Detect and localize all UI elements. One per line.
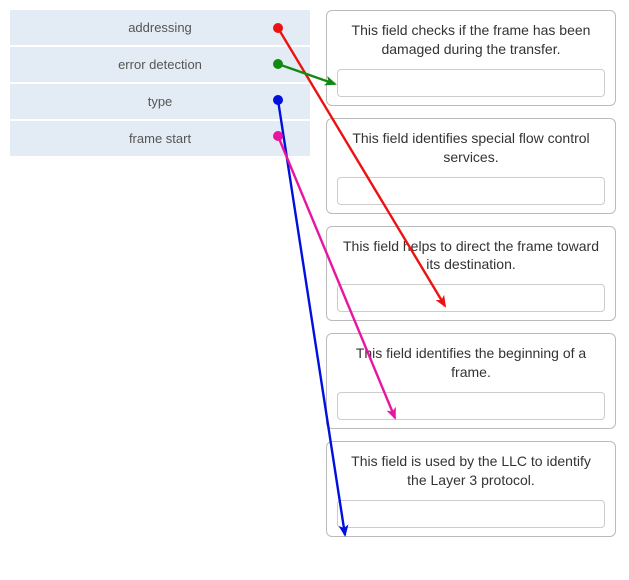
target-desc-4: This field identifies the beginning of a… [337,342,605,384]
dropzone-5[interactable] [337,500,605,528]
target-desc-1: This field checks if the frame has been … [337,19,605,61]
target-desc-3: This field helps to direct the frame tow… [337,235,605,277]
dropzone-4[interactable] [337,392,605,420]
target-box-2: This field identifies special flow contr… [326,118,616,214]
dropzone-3[interactable] [337,284,605,312]
source-item-addressing[interactable]: addressing [10,10,310,45]
target-box-5: This field is used by the LLC to identif… [326,441,616,537]
source-item-frame-start[interactable]: frame start [10,121,310,156]
matching-diagram: addressing error detection type frame st… [0,0,629,580]
target-box-4: This field identifies the beginning of a… [326,333,616,429]
dropzone-2[interactable] [337,177,605,205]
source-column: addressing error detection type frame st… [10,10,310,158]
source-item-type[interactable]: type [10,84,310,119]
source-item-error-detection[interactable]: error detection [10,47,310,82]
target-box-1: This field checks if the frame has been … [326,10,616,106]
target-desc-2: This field identifies special flow contr… [337,127,605,169]
target-column: This field checks if the frame has been … [326,10,616,549]
target-box-3: This field helps to direct the frame tow… [326,226,616,322]
target-desc-5: This field is used by the LLC to identif… [337,450,605,492]
dropzone-1[interactable] [337,69,605,97]
